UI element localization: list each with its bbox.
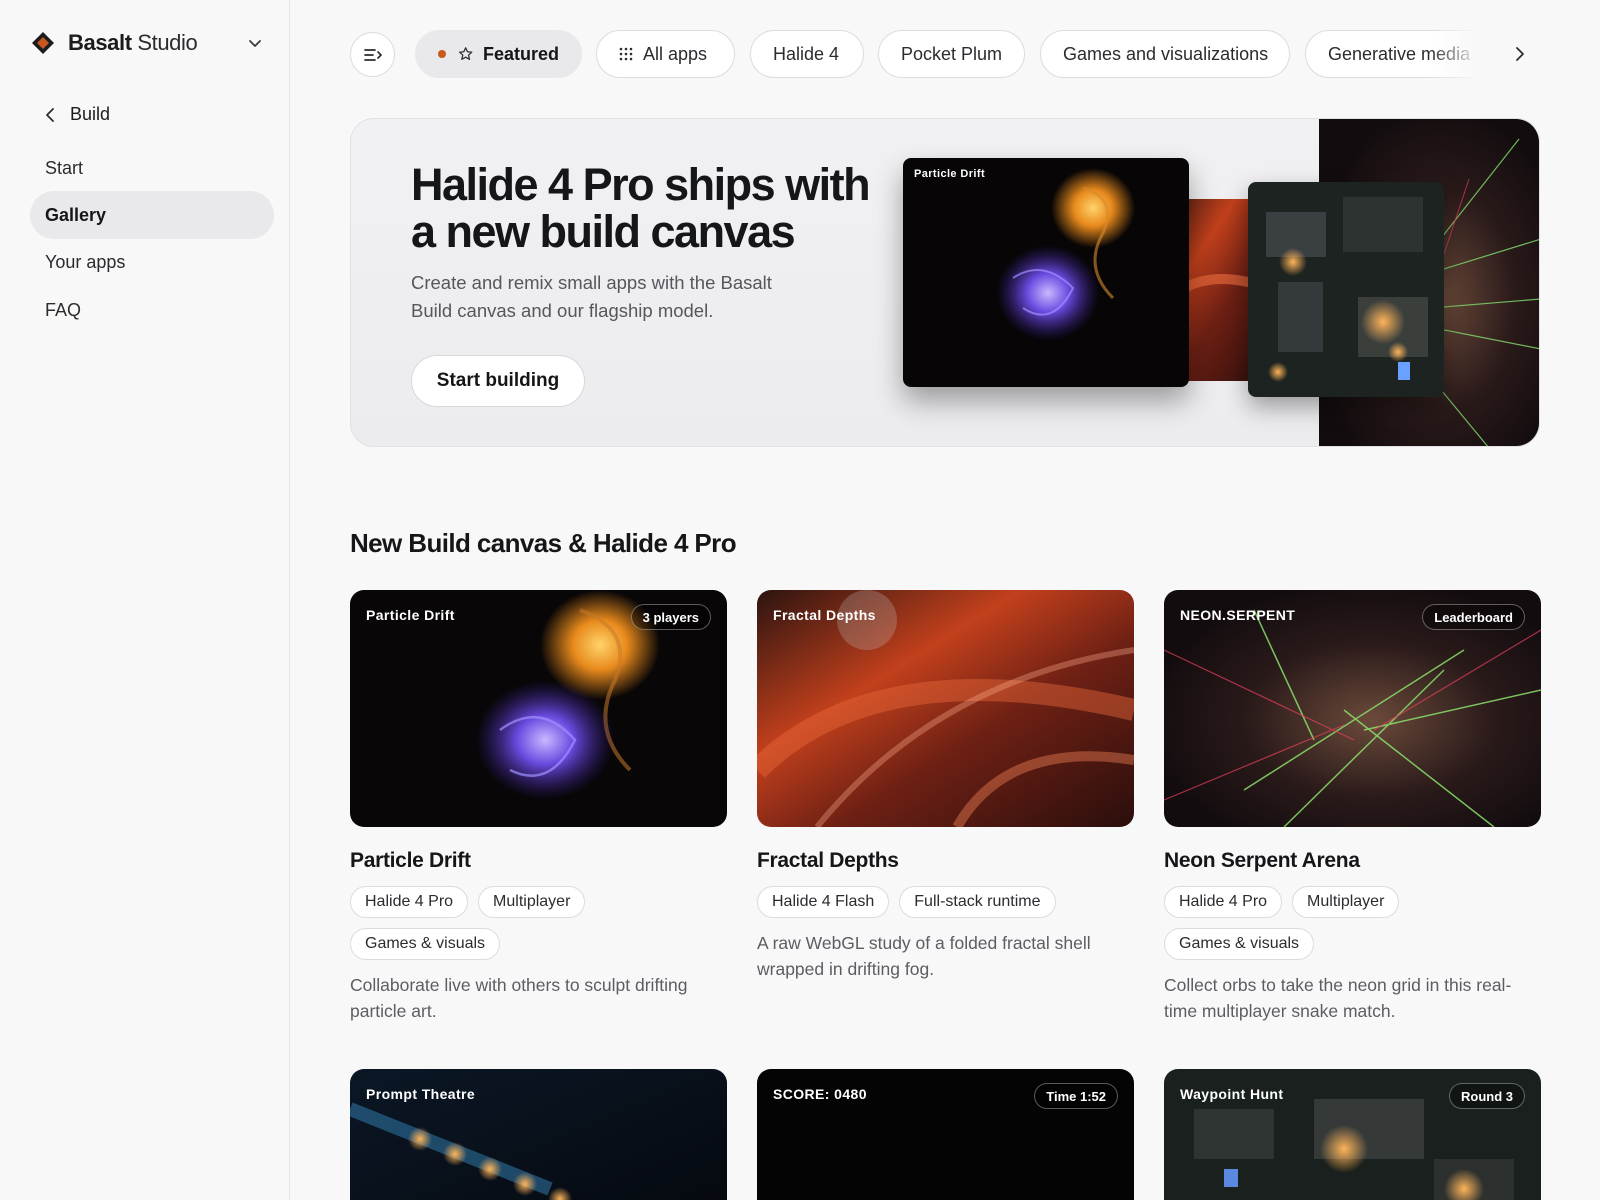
round-badge: Round 3 bbox=[1449, 1083, 1525, 1109]
card-description: Collaborate live with others to sculpt d… bbox=[350, 975, 688, 1021]
thumb-label: Waypoint Hunt bbox=[1180, 1086, 1284, 1102]
hero-banner: Halide 4 Pro ships with a new build canv… bbox=[350, 118, 1540, 447]
sidebar-item-label: FAQ bbox=[45, 299, 82, 320]
hero-particle-preview: Particle Drift bbox=[903, 158, 1189, 387]
filter-chip-bar: Featured All apps Halide 4 Pocket Plum G… bbox=[350, 30, 1540, 78]
app-card-prompt-theatre[interactable]: Prompt Theatre bbox=[350, 1069, 727, 1200]
sidebar-toggle-button[interactable] bbox=[350, 32, 395, 77]
chip-label: All apps bbox=[643, 43, 708, 64]
card-title[interactable]: Particle Drift bbox=[350, 849, 727, 873]
tag-list: Halide 4 Flash Full-stack runtime bbox=[757, 886, 1134, 918]
chevron-right-icon bbox=[1516, 47, 1524, 61]
card-description: Collect orbs to take the neon grid in th… bbox=[1164, 975, 1512, 1021]
sidebar-item-start[interactable]: Start bbox=[30, 144, 274, 192]
players-badge: 3 players bbox=[630, 604, 711, 630]
chip-label: Pocket Plum bbox=[901, 43, 1003, 64]
chevron-left-icon bbox=[46, 107, 54, 122]
star-icon bbox=[458, 47, 473, 60]
chip-scroll-next-button[interactable] bbox=[1508, 42, 1532, 66]
sidebar-item-your-apps[interactable]: Your apps bbox=[30, 238, 274, 286]
section-title: New Build canvas & Halide 4 Pro bbox=[350, 528, 737, 558]
tag[interactable]: Halide 4 Pro bbox=[1164, 886, 1283, 918]
chevron-down-icon[interactable] bbox=[246, 34, 264, 52]
sidebar-item-label: Your apps bbox=[45, 251, 126, 272]
leaderboard-badge: Leaderboard bbox=[1422, 604, 1525, 630]
thumb-label: Particle Drift bbox=[366, 607, 455, 623]
card-thumbnail[interactable]: Fractal Depths bbox=[757, 590, 1134, 827]
start-building-button[interactable]: Start building bbox=[411, 355, 585, 407]
back-to-build[interactable]: Build bbox=[44, 104, 110, 125]
diamond-logo-icon bbox=[30, 30, 56, 56]
card-thumbnail[interactable]: Prompt Theatre bbox=[350, 1069, 727, 1200]
sidebar-toggle-icon bbox=[363, 48, 382, 61]
thumb-label: Fractal Depths bbox=[773, 607, 876, 623]
chip-featured[interactable]: Featured bbox=[415, 30, 582, 78]
card-thumbnail[interactable]: Particle Drift 3 players bbox=[350, 590, 727, 827]
card-title[interactable]: Neon Serpent Arena bbox=[1164, 849, 1541, 873]
card-title[interactable]: Fractal Depths bbox=[757, 849, 1134, 873]
hero-preview-label: Particle Drift bbox=[914, 168, 986, 180]
tag-list: Halide 4 Pro Multiplayer Games & visuals bbox=[350, 886, 727, 960]
chip-label: Halide 4 bbox=[773, 43, 840, 64]
app-card-particle-drift[interactable]: Particle Drift 3 players Particle Drift … bbox=[350, 590, 727, 1024]
tag[interactable]: Halide 4 Flash bbox=[757, 886, 890, 918]
sidebar-item-label: Gallery bbox=[45, 204, 107, 225]
card-thumbnail[interactable]: NEON.SERPENT Leaderboard bbox=[1164, 590, 1541, 827]
app-card-waypoint-hunt[interactable]: Waypoint Hunt Round 3 bbox=[1164, 1069, 1541, 1200]
thumb-label: NEON.SERPENT bbox=[1180, 607, 1296, 623]
workspace-switcher[interactable]: Basalt Studio bbox=[30, 30, 264, 56]
back-label: Build bbox=[70, 104, 111, 124]
app-card-neon-serpent-arena[interactable]: NEON.SERPENT Leaderboard Neon Serpent Ar… bbox=[1164, 590, 1541, 1024]
tag[interactable]: Full-stack runtime bbox=[899, 886, 1056, 918]
chip-label: Featured bbox=[482, 43, 559, 64]
sidebar-item-faq[interactable]: FAQ bbox=[30, 286, 274, 334]
sidebar-item-gallery[interactable]: Gallery bbox=[30, 191, 274, 239]
hero-description: Create and remix small apps with the Bas… bbox=[411, 272, 772, 321]
hero-title: Halide 4 Pro ships with a new build canv… bbox=[411, 159, 871, 257]
sidebar: Basalt Studio Build Start Gallery Your a… bbox=[0, 0, 290, 1200]
timer-badge: Time 1:52 bbox=[1034, 1083, 1118, 1109]
tag[interactable]: Games & visuals bbox=[1164, 928, 1315, 960]
tag[interactable]: Games & visuals bbox=[350, 928, 501, 960]
chip-pocket-plum[interactable]: Pocket Plum bbox=[878, 30, 1025, 78]
card-description: A raw WebGL study of a folded fractal sh… bbox=[757, 933, 1091, 979]
sidebar-item-label: Start bbox=[45, 157, 84, 178]
card-thumbnail[interactable]: Waypoint Hunt Round 3 bbox=[1164, 1069, 1541, 1200]
card-thumbnail[interactable]: SCORE: 0480 Time 1:52 bbox=[757, 1069, 1134, 1200]
chip-all-apps[interactable]: All apps bbox=[596, 30, 735, 78]
accent-dot bbox=[438, 50, 446, 58]
tag[interactable]: Multiplayer bbox=[478, 886, 586, 918]
hero-city-preview bbox=[1248, 182, 1444, 397]
app-card-fractal-depths[interactable]: Fractal Depths Fractal Depths Halide 4 F… bbox=[757, 590, 1134, 982]
chip-games-and-visualizations[interactable]: Games and visualizations bbox=[1040, 30, 1290, 78]
grid-icon bbox=[619, 47, 633, 61]
app-card-score-game[interactable]: SCORE: 0480 Time 1:52 bbox=[757, 1069, 1134, 1200]
chip-label: Games and visualizations bbox=[1063, 43, 1269, 64]
chip-halide-4[interactable]: Halide 4 bbox=[750, 30, 864, 78]
thumb-label: Prompt Theatre bbox=[366, 1086, 476, 1102]
tag[interactable]: Halide 4 Pro bbox=[350, 886, 469, 918]
tag[interactable]: Multiplayer bbox=[1292, 886, 1400, 918]
tag-list: Halide 4 Pro Multiplayer Games & visuals bbox=[1164, 886, 1541, 960]
brand-name: Basalt Studio bbox=[68, 30, 198, 55]
thumb-label: SCORE: 0480 bbox=[773, 1086, 867, 1102]
